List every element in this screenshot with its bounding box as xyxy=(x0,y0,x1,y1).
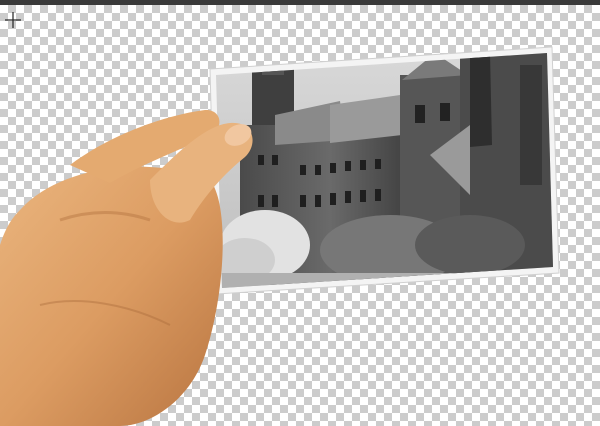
hand xyxy=(0,109,253,426)
layer-artwork xyxy=(0,46,560,426)
building-photo xyxy=(216,53,553,288)
transparent-canvas[interactable] xyxy=(0,5,600,426)
photo-print xyxy=(209,46,560,295)
crosshair-icon xyxy=(5,12,21,28)
